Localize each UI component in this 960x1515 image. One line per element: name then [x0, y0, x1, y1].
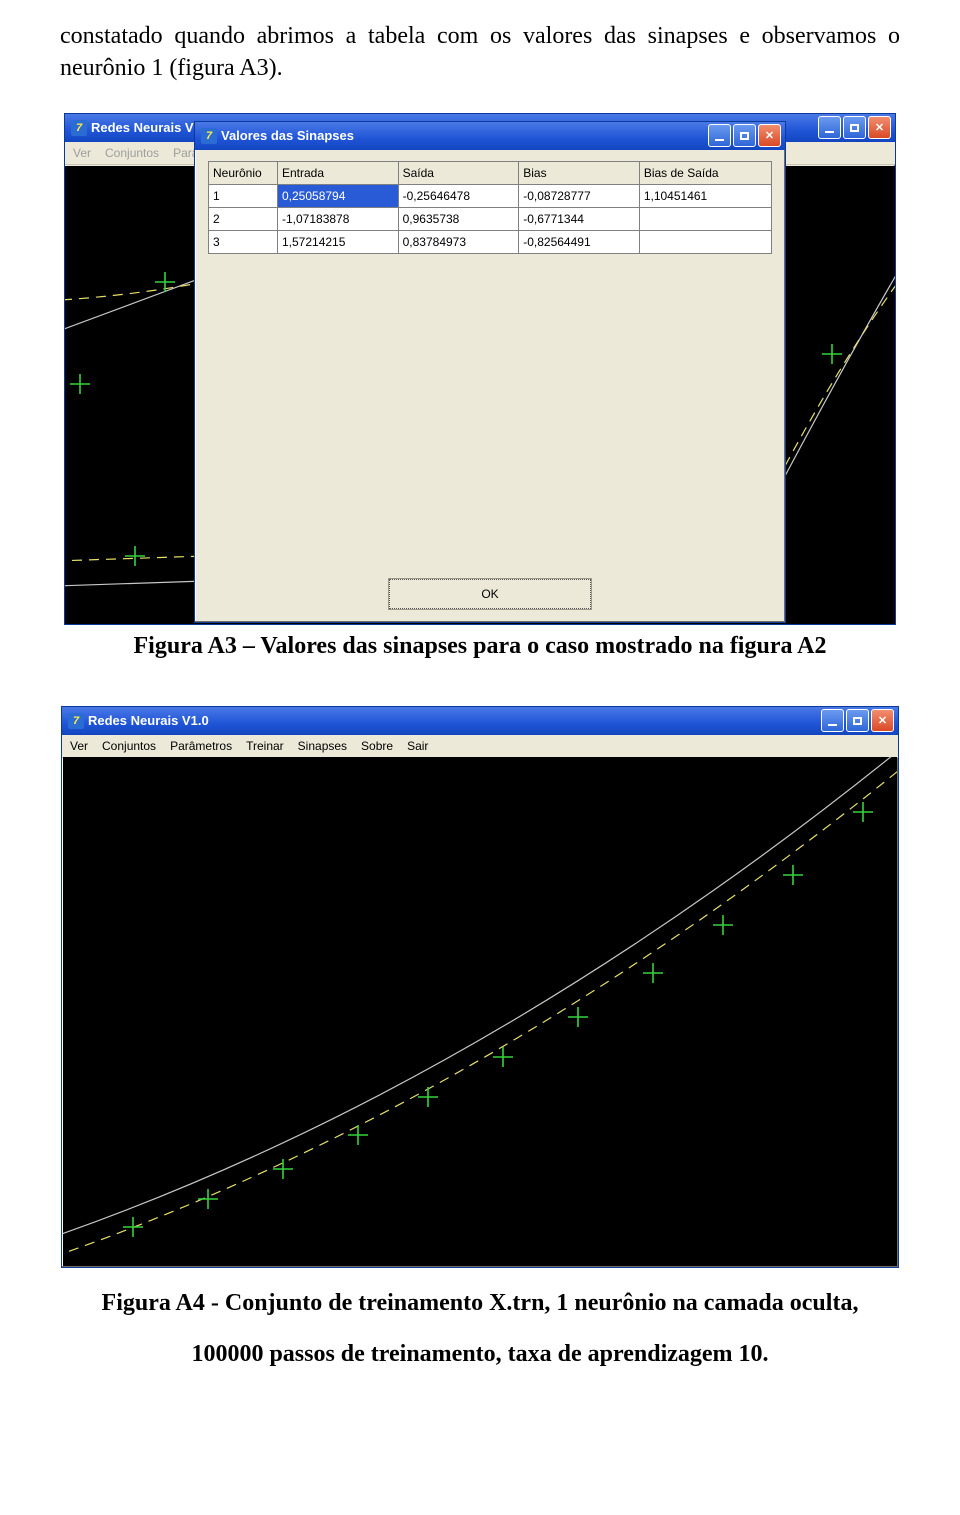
menu-sair[interactable]: Sair [407, 739, 428, 753]
cell[interactable]: 0,83784973 [398, 230, 519, 253]
cell[interactable]: 1,57214215 [278, 230, 399, 253]
app-icon [68, 713, 84, 729]
main-window-title: Redes Neurais V1.0 [88, 713, 821, 728]
menu-conjuntos[interactable]: Conjuntos [102, 739, 156, 753]
main-window-titlebar[interactable]: Redes Neurais V1.0 [62, 707, 898, 735]
cell[interactable]: 3 [209, 230, 278, 253]
menu-ver: Ver [73, 146, 91, 160]
figure-a4-caption-line1: Figura A4 - Conjunto de treinamento X.tr… [60, 1290, 900, 1317]
close-icon[interactable] [758, 124, 781, 147]
cell-selected[interactable]: 0,25058794 [278, 184, 399, 207]
th-entrada[interactable]: Entrada [278, 161, 399, 184]
figure-a4-caption-line2: 100000 passos de treinamento, taxa de ap… [60, 1341, 900, 1368]
maximize-icon[interactable] [733, 124, 756, 147]
th-saida[interactable]: Saída [398, 161, 519, 184]
cell[interactable]: -0,25646478 [398, 184, 519, 207]
menu-parametros[interactable]: Parâmetros [170, 739, 232, 753]
cell[interactable]: -0,82564491 [519, 230, 640, 253]
minimize-icon[interactable] [818, 116, 841, 139]
cell[interactable] [639, 230, 771, 253]
cell[interactable]: 0,9635738 [398, 207, 519, 230]
figure-a3: Redes Neurais V1.0 Ver Conjuntos Parâmet… [64, 113, 896, 625]
th-neuronio[interactable]: Neurônio [209, 161, 278, 184]
minimize-icon[interactable] [821, 709, 844, 732]
cell[interactable]: -1,07183878 [278, 207, 399, 230]
main-menu[interactable]: Ver Conjuntos Parâmetros Treinar Sinapse… [62, 735, 898, 758]
table-row[interactable]: 2 -1,07183878 0,9635738 -0,6771344 [209, 207, 772, 230]
datapoints [123, 802, 873, 1237]
synapse-table[interactable]: Neurônio Entrada Saída Bias Bias de Saíd… [208, 161, 772, 254]
main-window: Redes Neurais V1.0 Ver Conjuntos Parâmet… [61, 706, 899, 1268]
figure-a3-caption: Figura A3 – Valores das sinapses para o … [60, 633, 900, 660]
dialog-titlebar[interactable]: Valores das Sinapses [195, 122, 785, 150]
menu-sobre[interactable]: Sobre [361, 739, 393, 753]
menu-treinar[interactable]: Treinar [246, 739, 284, 753]
table-row[interactable]: 1 0,25058794 -0,25646478 -0,08728777 1,1… [209, 184, 772, 207]
th-bias[interactable]: Bias [519, 161, 640, 184]
menu-sinapses[interactable]: Sinapses [298, 739, 347, 753]
maximize-icon[interactable] [846, 709, 869, 732]
cell[interactable]: 1 [209, 184, 278, 207]
table-row[interactable]: 3 1,57214215 0,83784973 -0,82564491 [209, 230, 772, 253]
synapse-dialog: Valores das Sinapses Neurônio Entrada Sa… [194, 121, 786, 623]
maximize-icon[interactable] [843, 116, 866, 139]
cell[interactable]: 1,10451461 [639, 184, 771, 207]
plot-canvas [63, 757, 897, 1266]
app-icon [71, 120, 87, 136]
th-bias-saida[interactable]: Bias de Saída [639, 161, 771, 184]
app-icon [201, 128, 217, 144]
minimize-icon[interactable] [708, 124, 731, 147]
cell[interactable]: -0,08728777 [519, 184, 640, 207]
cell[interactable]: 2 [209, 207, 278, 230]
ok-button[interactable]: OK [389, 579, 591, 609]
dialog-title: Valores das Sinapses [221, 128, 708, 143]
body-paragraph: constatado quando abrimos a tabela com o… [60, 20, 900, 85]
figure-a4: Redes Neurais V1.0 Ver Conjuntos Parâmet… [61, 706, 899, 1268]
menu-ver[interactable]: Ver [70, 739, 88, 753]
cell[interactable] [639, 207, 771, 230]
cell[interactable]: -0,6771344 [519, 207, 640, 230]
close-icon[interactable] [871, 709, 894, 732]
menu-conjuntos: Conjuntos [105, 146, 159, 160]
close-icon[interactable] [868, 116, 891, 139]
